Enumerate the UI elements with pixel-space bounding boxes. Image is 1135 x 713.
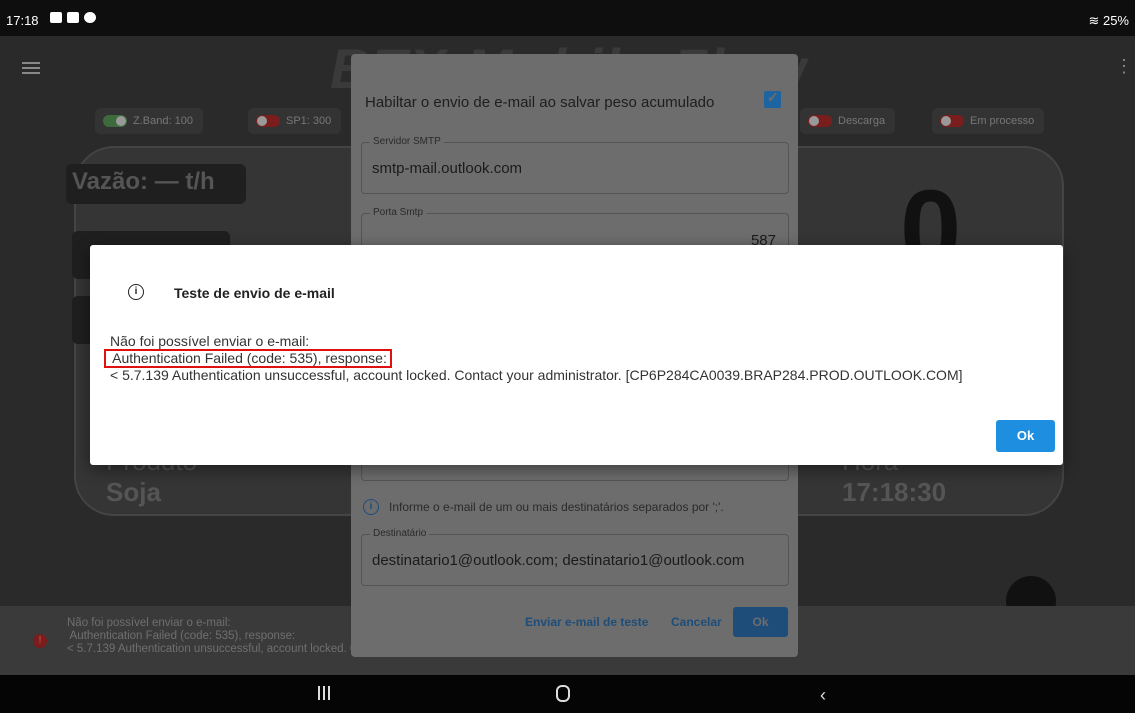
chip-label: Descarga — [838, 115, 886, 127]
smtp-server-value: smtp-mail.outlook.com — [372, 160, 523, 177]
recent-apps-icon[interactable] — [318, 686, 332, 700]
flow-rate-display: Vazão: — t/h — [66, 164, 246, 204]
chip-zband[interactable]: Z.Band: 100 — [95, 108, 203, 134]
navigation-bar: ‹ — [0, 675, 1135, 713]
home-icon[interactable] — [556, 685, 570, 702]
settings-ok-button[interactable]: Ok — [733, 607, 788, 637]
toggle-icon — [256, 115, 280, 127]
recipient-info-text: Informe o e-mail de um ou mais destinatá… — [389, 500, 724, 514]
hamburger-menu-icon[interactable] — [22, 62, 40, 74]
status-bar: 17:18 ≋ 25% — [0, 0, 1135, 36]
recipient-field[interactable]: Destinatário destinatario1@outlook.com; … — [361, 528, 789, 586]
info-icon: i — [128, 284, 144, 300]
hora-value: 17:18:30 — [842, 477, 947, 507]
alert-highlighted-error: Authentication Failed (code: 535), respo… — [104, 349, 392, 368]
weather-notification-icon — [67, 12, 79, 23]
back-icon[interactable]: ‹ — [820, 685, 826, 706]
alert-title: Teste de envio de e-mail — [174, 285, 335, 301]
enable-email-checkbox[interactable] — [764, 89, 781, 108]
enable-email-label: Habiltar o envio de e-mail ao salvar pes… — [365, 94, 715, 111]
toggle-icon — [808, 115, 832, 127]
smtp-server-label: Servidor SMTP — [370, 136, 444, 147]
chip-descarga[interactable]: Descarga — [800, 108, 896, 134]
chip-sp1[interactable]: SP1: 300 — [248, 108, 342, 134]
app-notification-icon — [84, 12, 96, 23]
alert-message-line: < 5.7.139 Authentication unsuccessful, a… — [110, 367, 963, 383]
produto-value: Soja — [106, 477, 161, 507]
send-test-email-button[interactable]: Enviar e-mail de teste — [525, 615, 648, 629]
overflow-menu-icon[interactable] — [1115, 56, 1133, 77]
chip-label: SP1: 300 — [286, 115, 332, 127]
error-icon: ! — [33, 634, 47, 648]
image-notification-icon — [50, 12, 62, 23]
chip-label: Z.Band: 100 — [133, 115, 193, 127]
notification-icons — [50, 12, 96, 23]
recipient-label: Destinatário — [370, 528, 430, 539]
cancel-button[interactable]: Cancelar — [671, 615, 722, 629]
smtp-port-label: Porta Smtp — [370, 207, 427, 218]
chip-em-processo[interactable]: Em processo — [932, 108, 1045, 134]
info-icon: i — [363, 499, 379, 515]
alert-ok-button[interactable]: Ok — [996, 420, 1055, 452]
smtp-server-field[interactable]: Servidor SMTP smtp-mail.outlook.com — [361, 136, 789, 194]
alert-message: Não foi possível enviar o e-mail: Authen… — [104, 333, 963, 383]
recipient-info: i Informe o e-mail de um ou mais destina… — [363, 499, 724, 515]
toggle-icon — [103, 115, 127, 127]
battery-indicator: ≋ 25% — [1088, 13, 1129, 29]
chip-label: Em processo — [970, 115, 1035, 127]
wifi-icon: ≋ — [1088, 13, 1103, 28]
battery-level: 25% — [1102, 13, 1129, 28]
toggle-icon — [940, 115, 964, 127]
email-test-alert-dialog: i Teste de envio de e-mail Não foi possí… — [90, 245, 1063, 465]
recipient-value: destinatario1@outlook.com; destinatario1… — [372, 552, 745, 569]
status-time: 17:18 — [6, 13, 39, 28]
alert-message-line: Não foi possível enviar o e-mail: — [110, 333, 310, 349]
